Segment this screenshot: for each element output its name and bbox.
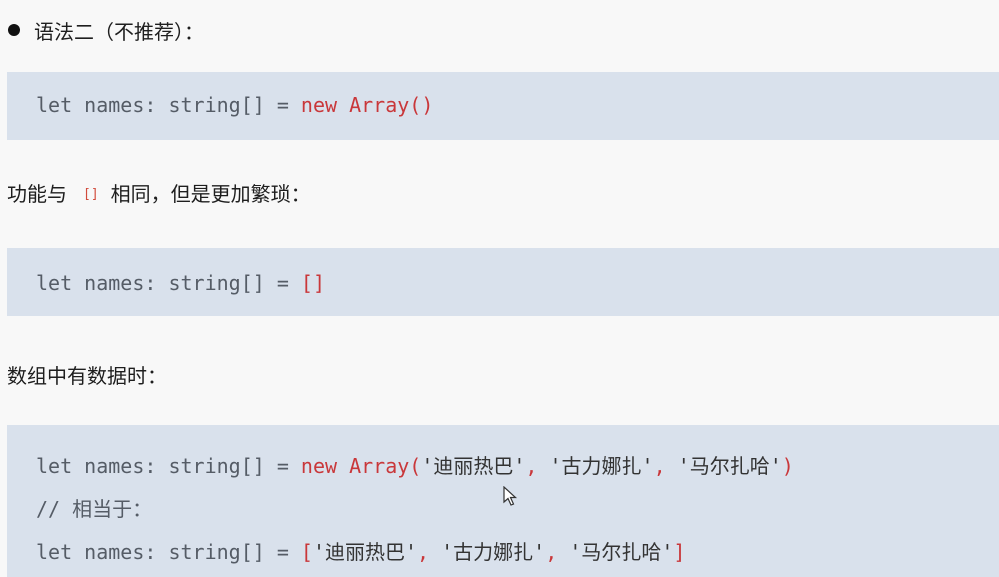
bullet-icon [8, 24, 20, 36]
code-line: let names: string[] = [] [36, 271, 325, 295]
heading-text: 语法二（不推荐）： [34, 19, 204, 44]
paragraph-with-data: 数组中有数据时： [7, 364, 167, 388]
inline-code: [] [83, 187, 99, 202]
code-block-literal: let names: string[] = [] [7, 248, 999, 316]
code-line: let names: string[] = new Array('迪丽热巴', … [36, 454, 794, 478]
mouse-cursor-icon [503, 486, 518, 506]
code-block-new-array: let names: string[] = new Array() [7, 72, 999, 140]
code-line: let names: string[] = ['迪丽热巴', '古力娜扎', '… [36, 540, 686, 564]
heading-syntax-two: 语法二（不推荐）： [8, 12, 204, 48]
code-line: let names: string[] = new Array() [36, 93, 434, 117]
paragraph-equivalent: 功能与 [] 相同，但是更加繁琐： [7, 180, 311, 208]
